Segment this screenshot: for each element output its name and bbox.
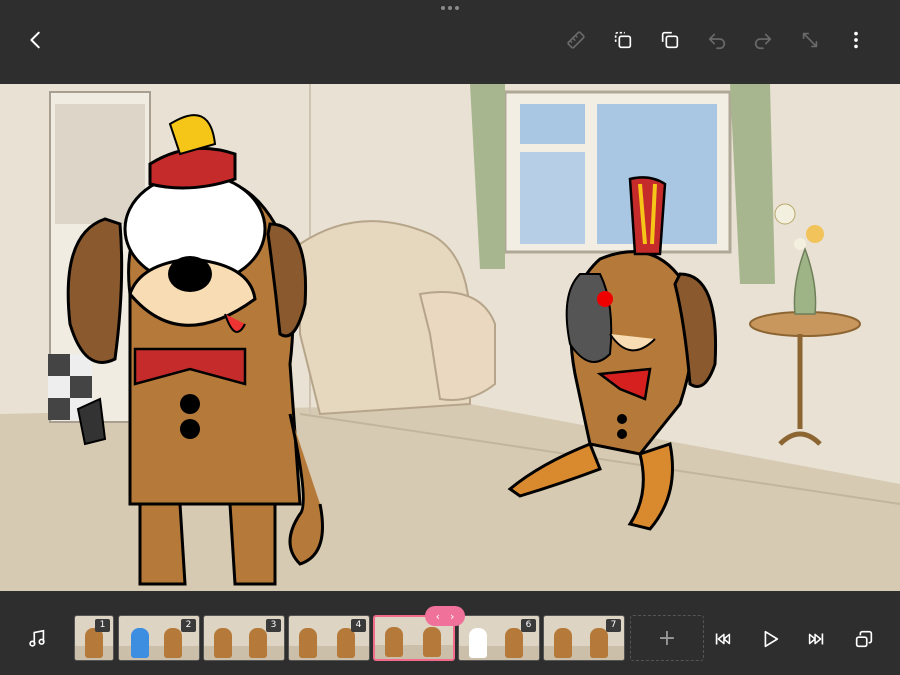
redo-icon <box>754 33 772 50</box>
frame-number: 1 <box>95 619 110 632</box>
drawing-canvas[interactable] <box>0 84 900 591</box>
ruler-button[interactable] <box>560 24 592 56</box>
skip-forward-icon <box>808 633 824 645</box>
frame-timeline[interactable]: 1 2 3 4 5 6 7 <box>74 615 626 661</box>
music-note-icon <box>29 629 45 647</box>
back-button[interactable] <box>20 24 52 56</box>
frame-number: 3 <box>266 619 281 632</box>
timeline-frame[interactable]: 1 <box>74 615 114 661</box>
scene-illustration <box>0 84 900 591</box>
frame-number: 4 <box>351 619 366 632</box>
add-frame-button[interactable]: + <box>630 615 704 661</box>
frame-number: 6 <box>521 619 536 632</box>
layers-icon <box>855 630 873 648</box>
drag-handle-icon[interactable] <box>441 6 459 12</box>
layers-button[interactable] <box>849 624 879 654</box>
more-options-button[interactable] <box>840 24 872 56</box>
skip-forward-button[interactable] <box>801 624 831 654</box>
copy-frame-icon <box>614 31 632 49</box>
frame-number: 7 <box>606 619 621 632</box>
skip-back-icon <box>715 633 731 645</box>
timeline-frame[interactable]: 3 <box>203 615 285 661</box>
undo-icon <box>708 33 726 50</box>
chevron-left-icon: ‹ <box>435 609 440 623</box>
fullscreen-icon <box>802 32 818 48</box>
ruler-icon <box>567 31 585 49</box>
duplicate-layer-icon <box>661 31 679 49</box>
timeline-frame[interactable]: 7 <box>543 615 625 661</box>
play-icon <box>764 630 779 648</box>
chevron-right-icon: › <box>450 609 455 623</box>
duplicate-layer-button[interactable] <box>654 24 686 56</box>
fullscreen-button[interactable] <box>794 24 826 56</box>
timeline-frame[interactable]: 2 <box>118 615 200 661</box>
skip-back-button[interactable] <box>708 624 738 654</box>
timeline-frame[interactable]: 4 <box>288 615 370 661</box>
play-button[interactable] <box>755 624 785 654</box>
back-chevron-icon <box>30 31 40 49</box>
frame-number: 2 <box>181 619 196 632</box>
frame-selector-handle[interactable]: ‹ › <box>425 606 465 626</box>
timeline-frame[interactable]: 6 <box>458 615 540 661</box>
music-button[interactable] <box>22 624 52 654</box>
more-vertical-icon <box>854 31 858 49</box>
copy-frame-button[interactable] <box>607 24 639 56</box>
undo-button[interactable] <box>701 24 733 56</box>
redo-button[interactable] <box>747 24 779 56</box>
